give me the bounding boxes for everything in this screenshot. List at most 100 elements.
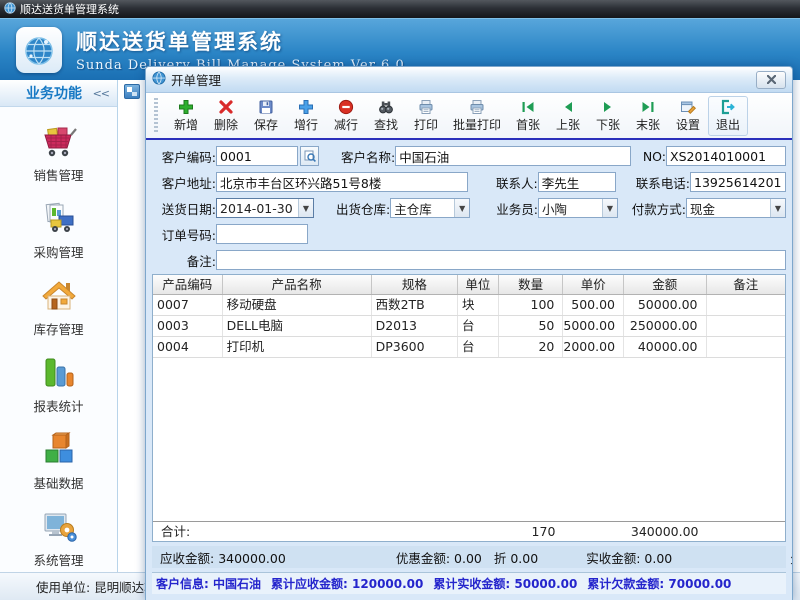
table-row[interactable]: 0003 DELL电脑 D2013 台 50 5000.00 250000.00 [153,316,785,337]
col-header: 金额 [624,275,706,294]
calendar-dropdown-icon: ▼ [298,199,313,217]
sidebar-item-label: 系统管理 [33,550,83,569]
save-button[interactable]: 保存 [246,97,286,135]
sales-cart-icon [39,122,79,162]
discount-rate-label: 折 [494,551,507,566]
discount-value: 0.00 [454,551,482,566]
last-record-button[interactable]: 末张 [628,97,668,135]
grid-header: 产品编码 产品名称 规格 单位 数量 单价 金额 备注 [153,275,785,295]
inventory-house-icon [39,276,79,316]
sidebar: 业务功能 << 销售管理 [0,80,118,572]
total-label: 合计: [153,522,499,541]
salesman-select[interactable]: 小陶 ▼ [538,198,618,218]
total-received-label: 累计实收金额: [433,577,510,591]
salesman-label: 业务员: [496,199,538,218]
toolbar-grip[interactable] [154,98,158,134]
customer-name-label: 客户名称: [341,147,395,166]
warehouse-label: 出货仓库: [336,199,390,218]
remark-label: 备注: [152,251,216,270]
discount-rate-value: 0.00 [510,551,538,566]
new-button[interactable]: 新增 [166,97,206,135]
receivable-label: 应收金额: [160,551,214,566]
remove-row-button[interactable]: 减行 [326,97,366,135]
dialog-titlebar: 开单管理 [146,67,792,93]
first-record-button[interactable]: 首张 [508,97,548,135]
prev-record-button[interactable]: 上张 [548,97,588,135]
window-title: 顺达送货单管理系统 [20,1,119,17]
sidebar-item-label: 采购管理 [33,242,83,261]
customer-address-input[interactable] [216,172,468,192]
order-no-input[interactable] [216,224,308,244]
sidebar-item-basedata[interactable]: 基础数据 [0,430,117,492]
sidebar-item-system[interactable]: 系统管理 [0,507,117,569]
col-header: 产品编码 [153,275,223,294]
delete-button[interactable]: 删除 [206,97,246,135]
settings-icon [680,99,696,115]
close-icon [767,75,776,84]
base-data-cubes-icon [39,430,79,470]
col-header: 规格 [372,275,458,294]
sidebar-item-label: 库存管理 [33,319,83,338]
dialog-body: 客户编码: 客户名称: NO: 客户地址: 联系人: 联系电话: 送货日期: 2… [146,140,792,600]
col-header: 产品名称 [223,275,372,294]
sidebar-item-inventory[interactable]: 库存管理 [0,276,117,338]
dialog-globe-icon [152,71,166,88]
settings-button[interactable]: 设置 [668,97,708,135]
chevron-down-icon: ▼ [454,199,469,217]
phone-input[interactable] [690,172,786,192]
customer-name-input[interactable] [395,146,631,166]
mdi-window-tab-icon[interactable] [124,84,140,99]
contact-input[interactable] [538,172,616,192]
bill-no-input[interactable] [666,146,786,166]
dialog-close-button[interactable] [756,71,786,89]
batch-print-button[interactable]: 批量打印 [446,97,508,135]
first-icon [520,99,536,115]
exit-button[interactable]: 退出 [708,96,748,136]
total-receivable-label: 累计应收金额: [271,577,348,591]
contact-label: 联系人: [496,173,538,192]
payment-select[interactable]: 现金 ▼ [686,198,786,218]
lookup-icon [304,150,316,162]
batch-print-icon [469,99,485,115]
system-gear-icon [39,507,79,547]
globe-icon [21,32,57,68]
discount-label: 优惠金额: [396,551,450,566]
sidebar-item-purchase[interactable]: 采购管理 [0,199,117,261]
payment-label: 付款方式: [632,199,686,218]
customer-info-label: 客户信息: [156,577,209,591]
print-button[interactable]: 打印 [406,97,446,135]
remove-row-icon [338,99,354,115]
received-label: 实收金额: [586,551,640,566]
total-arrears-label: 累计欠款金额: [587,577,664,591]
delivery-date-picker[interactable]: 2014-01-30 ▼ [216,198,314,218]
chevron-down-icon: ▼ [602,199,617,217]
col-header: 单价 [563,275,624,294]
save-icon [258,99,274,115]
sidebar-item-reports[interactable]: 报表统计 [0,353,117,415]
arrears-label: 欠款金额: [790,551,793,566]
customer-code-input[interactable] [216,146,298,166]
warehouse-select[interactable]: 主仓库 ▼ [390,198,470,218]
customer-info-bar: 客户信息: 中国石油 累计应收金额: 120000.00 累计实收金额: 500… [152,572,786,594]
app-title: 顺达送货单管理系统 [76,26,405,56]
remark-input[interactable] [216,250,786,270]
find-button[interactable]: 查找 [366,97,406,135]
col-header: 备注 [707,275,786,294]
next-record-button[interactable]: 下张 [588,97,628,135]
add-row-icon [298,99,314,115]
prev-icon [560,99,576,115]
customer-lookup-button[interactable] [300,146,319,166]
table-row[interactable]: 0004 打印机 DP3600 台 20 2000.00 40000.00 [153,337,785,358]
col-header: 单位 [458,275,499,294]
product-grid: 产品编码 产品名称 规格 单位 数量 单价 金额 备注 0007 移动硬盘 西数… [152,274,786,542]
purchase-truck-icon [39,199,79,239]
delivery-date-label: 送货日期: [152,199,216,218]
mdi-area [119,80,145,572]
table-row[interactable]: 0007 移动硬盘 西数2TB 块 100 500.00 50000.00 [153,295,785,316]
sidebar-item-label: 基础数据 [33,473,83,492]
add-row-button[interactable]: 增行 [286,97,326,135]
sidebar-collapse-icon[interactable]: << [93,87,109,100]
add-icon [178,99,194,115]
receivable-value: 340000.00 [218,551,286,566]
sidebar-item-sales[interactable]: 销售管理 [0,122,117,184]
